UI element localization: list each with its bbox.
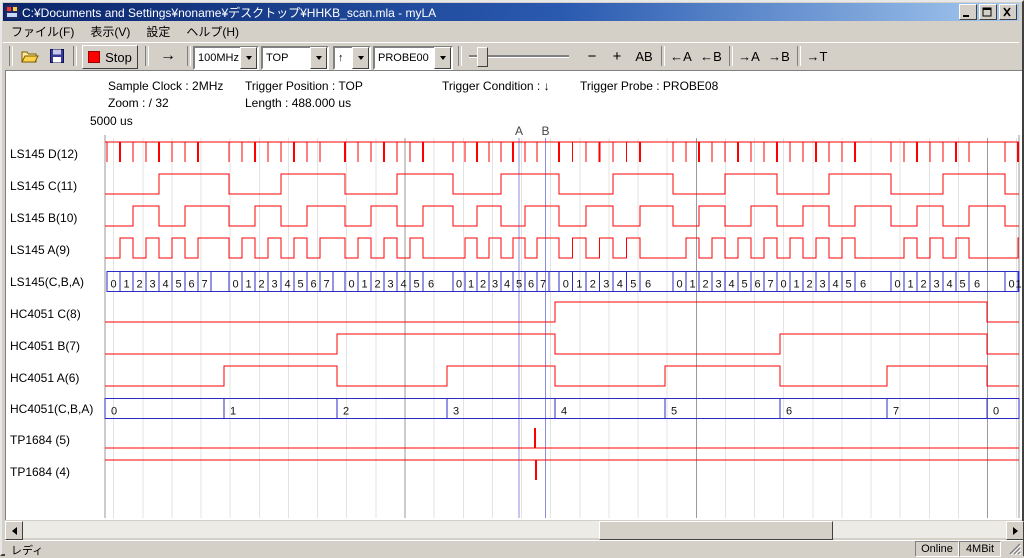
channel-label: HC4051 B(7) (10, 338, 80, 354)
trigger-edge-combobox[interactable]: ↑ (333, 46, 371, 70)
channel-label: HC4051 C(8) (10, 306, 81, 322)
scroll-left-icon (12, 527, 17, 535)
toolbar-separator (187, 46, 191, 66)
open-folder-icon (21, 49, 39, 63)
trigger-position-info: Trigger Position : TOP (245, 79, 363, 93)
goto-marker-b-button[interactable]: ←B (697, 45, 725, 67)
horizontal-scrollbar[interactable] (5, 521, 1023, 538)
zoom-slider-handle[interactable] (477, 47, 488, 67)
waveform-panel (5, 70, 1022, 520)
title-bar: C:¥Documents and Settings¥noname¥デスクトップ¥… (3, 3, 1019, 21)
single-run-button[interactable]: → (153, 45, 183, 67)
toolbar-separator (73, 46, 77, 66)
stop-button[interactable]: Stop (82, 45, 138, 69)
stop-icon (88, 51, 100, 63)
channel-label: HC4051(C,B,A) (10, 401, 93, 417)
toolbar-separator (797, 46, 801, 66)
toolbar-separator (729, 46, 733, 66)
app-window: C:¥Documents and Settings¥noname¥デスクトップ¥… (0, 0, 1024, 556)
zoom-in-button[interactable]: + (606, 45, 628, 67)
trigger-condition-info: Trigger Condition : ↓ (442, 79, 550, 93)
trigger-position-combobox[interactable]: TOP (261, 46, 329, 70)
menu-bar: ファイル(F)表示(V)設定ヘルプ(H) (3, 22, 1019, 41)
toolbar-grip (9, 46, 13, 66)
dropdown-arrow-icon[interactable] (434, 47, 451, 69)
save-floppy-icon (50, 49, 64, 63)
channel-label: LS145 A(9) (10, 242, 70, 258)
zoom-out-button[interactable]: − (581, 45, 603, 67)
dropdown-arrow-icon[interactable] (240, 47, 257, 69)
zoom-info: Zoom : / 32 (108, 96, 169, 110)
trigger-probe-value: PROBE00 (375, 52, 434, 64)
app-icon (5, 5, 19, 19)
status-bar: レディ Online 4MBit (5, 540, 1023, 556)
trigger-edge-value: ↑ (335, 52, 352, 64)
menu-item-1[interactable]: 表示(V) (82, 22, 138, 41)
zoom-ab-button[interactable]: AB (630, 45, 658, 67)
channel-label: LS145 B(10) (10, 210, 77, 226)
dropdown-arrow-icon[interactable] (352, 47, 369, 69)
sample-clock-info: Sample Clock : 2MHz (108, 79, 223, 93)
channel-label: LS145 D(12) (10, 146, 78, 162)
toolbar-separator (145, 46, 149, 66)
menu-item-0[interactable]: ファイル(F) (3, 22, 82, 41)
toolbar-separator (458, 46, 462, 66)
menu-item-2[interactable]: 設定 (138, 22, 178, 41)
scrollbar-thumb[interactable] (599, 521, 833, 540)
sample-clock-combobox[interactable]: 100MHz (193, 46, 259, 70)
channel-label: HC4051 A(6) (10, 370, 79, 386)
scroll-left-button[interactable] (5, 521, 23, 540)
maximize-button[interactable] (979, 4, 997, 20)
maximize-icon (980, 6, 994, 18)
toolbar-separator (661, 46, 665, 66)
goto-marker-a-button[interactable]: ←A (667, 45, 695, 67)
minimize-icon (960, 6, 974, 18)
channel-label: LS145(C,B,A) (10, 274, 84, 290)
trigger-position-value: TOP (263, 52, 310, 64)
trigger-probe-info: Trigger Probe : PROBE08 (580, 79, 718, 93)
resize-grip[interactable] (1008, 542, 1021, 555)
stop-label: Stop (105, 50, 132, 65)
channel-label: TP1684 (5) (10, 432, 70, 448)
trigger-probe-combobox[interactable]: PROBE00 (373, 46, 453, 70)
scroll-right-icon (1013, 527, 1018, 535)
window-title: C:¥Documents and Settings¥noname¥デスクトップ¥… (22, 4, 959, 21)
close-button[interactable] (999, 4, 1017, 20)
close-icon (1000, 6, 1014, 18)
length-info: Length : 488.000 us (245, 96, 351, 110)
status-memory-badge: 4MBit (959, 541, 1001, 557)
channel-label: LS145 C(11) (10, 178, 77, 194)
dropdown-arrow-icon[interactable] (310, 47, 327, 69)
scroll-right-button[interactable] (1006, 521, 1024, 540)
minimize-button[interactable] (959, 4, 977, 20)
channel-label: TP1684 (4) (10, 464, 70, 480)
menu-item-3[interactable]: ヘルプ(H) (178, 22, 247, 41)
time-scale-label: 5000 us (90, 114, 133, 128)
set-marker-a-button[interactable]: →A (735, 45, 763, 67)
save-button[interactable] (45, 45, 69, 67)
logic-analyzer-window: { "window": { "title": "C:¥Documents and… (0, 0, 1024, 556)
sample-clock-value: 100MHz (195, 52, 240, 64)
goto-trigger-button[interactable]: →T (803, 45, 831, 67)
open-file-button[interactable] (17, 45, 43, 67)
set-marker-b-button[interactable]: →B (765, 45, 793, 67)
toolbar: Stop → 100MHz TOP ↑ PROBE00 − + AB ←A ←B (3, 42, 1019, 70)
status-online-badge: Online (915, 541, 959, 557)
